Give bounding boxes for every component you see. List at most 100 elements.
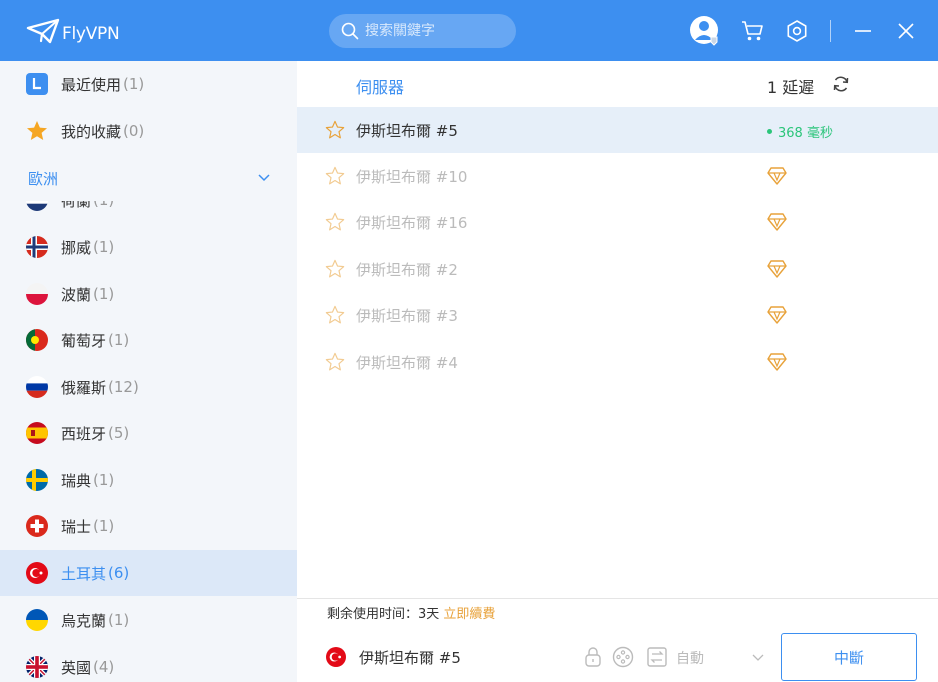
premium-diamond-icon [767,260,787,278]
country-list[interactable]: 荷蘭 (1) 挪威 (1) 波蘭 (1) 葡萄 [0,201,297,682]
russia-flag-icon [26,376,48,398]
sidebar-item-ukraine[interactable]: 烏克蘭 (1) [0,597,297,643]
renew-link[interactable]: 立即續費 [443,607,495,622]
sidebar-item-sweden[interactable]: 瑞典 (1) [0,457,297,503]
protocol-mode[interactable]: 自動 [676,648,704,668]
sidebar-item-label: 荷蘭 [61,201,91,211]
lock-icon[interactable] [584,646,602,668]
ukraine-flag-icon [26,609,48,631]
favorite-star-icon[interactable] [325,212,345,232]
chevron-down-icon[interactable] [752,652,764,662]
server-row[interactable]: 伊斯坦布爾 #3 [297,292,938,338]
sidebar-item-label: 最近使用 [61,75,122,94]
sidebar-item-count: (6) [108,564,130,582]
sidebar-item-count: (1) [123,75,145,93]
star-icon [27,121,47,140]
premium-diamond-icon [767,306,787,324]
sidebar-item-label: 西班牙 [61,424,107,443]
premium-diamond-icon [767,353,787,371]
protocol-switch-icon[interactable] [647,646,667,668]
sidebar-item-poland[interactable]: 波蘭 (1) [0,271,297,317]
region-section-europe[interactable]: 歐洲 [0,155,297,201]
column-latency[interactable]: 1 延遲 [767,74,814,98]
sidebar-item-recent[interactable]: 最近使用 (1) [0,61,297,107]
sidebar-item-turkey[interactable]: 土耳其 (6) [0,550,297,596]
favorite-star-icon[interactable] [325,352,345,372]
sidebar-item-label: 葡萄牙 [61,331,107,350]
sidebar-item-count: (1) [108,611,130,629]
premium-diamond-icon [767,213,787,231]
paper-plane-icon [26,18,60,44]
sidebar-item-portugal[interactable]: 葡萄牙 (1) [0,317,297,363]
minimize-icon [855,30,871,32]
header-divider [830,20,831,42]
status-dot [767,129,772,134]
disconnect-button[interactable]: 中斷 [781,633,917,681]
favorite-star-icon[interactable] [325,166,345,186]
favorite-star-icon[interactable] [325,305,345,325]
sidebar-item-favorites[interactable]: 我的收藏 (0) [0,108,297,154]
sidebar-item-norway[interactable]: 挪威 (1) [0,224,297,270]
connection-bar: 剩余使用时间：3天 立即續費 伊斯坦布爾 #5 自動 中斷 [297,598,938,682]
search-box[interactable] [329,14,516,48]
latency-text: 368 毫秒 [778,126,833,141]
account-button[interactable] [688,16,722,46]
turkey-flag-icon [26,562,48,584]
sidebar-item-count: (1) [93,238,115,256]
uk-flag-icon [26,656,48,678]
sidebar: 最近使用 (1) 我的收藏 (0) 歐洲 荷蘭 (1) [0,61,297,682]
remaining-time-text: 剩余使用时间：3天 [327,607,440,622]
latency-value: 368 毫秒 [767,122,833,141]
chevron-down-icon [258,174,270,182]
sidebar-item-label: 土耳其 [61,564,107,583]
search-input[interactable] [365,23,505,39]
server-name: 伊斯坦布爾 #5 [356,122,458,140]
server-name: 伊斯坦布爾 #4 [356,354,458,372]
column-server[interactable]: 伺服器 [356,74,404,98]
logo: FlyVPN [26,18,120,44]
server-row[interactable]: 伊斯坦布爾 #4 [297,339,938,385]
netherlands-flag-icon [26,201,48,211]
server-row[interactable]: 伊斯坦布爾 #2 [297,246,938,292]
spain-flag-icon [26,422,48,444]
sidebar-item-spain[interactable]: 西班牙 (5) [0,410,297,456]
sidebar-item-count: (4) [93,658,115,676]
region-label: 歐洲 [28,169,59,188]
sidebar-item-label: 波蘭 [61,285,92,304]
cart-button[interactable] [741,16,765,46]
sidebar-item-label: 俄羅斯 [61,378,107,397]
minimize-button[interactable] [852,16,874,46]
server-row[interactable]: 伊斯坦布爾 #10 [297,153,938,199]
premium-diamond-icon [767,167,787,185]
game-mode-icon[interactable] [612,646,634,668]
sidebar-item-switzerland[interactable]: 瑞士 (1) [0,503,297,549]
server-name: 伊斯坦布爾 #2 [356,261,458,279]
server-row[interactable]: 伊斯坦布爾 #5 368 毫秒 [297,107,938,153]
sidebar-item-count: (1) [93,471,115,489]
search-icon [341,22,359,40]
turkey-flag-icon [326,647,346,667]
server-row[interactable]: 伊斯坦布爾 #16 [297,199,938,245]
norway-flag-icon [26,236,48,258]
sidebar-item-russia[interactable]: 俄羅斯 (12) [0,364,297,410]
refresh-icon[interactable] [832,75,850,93]
sidebar-item-netherlands[interactable]: 荷蘭 (1) [0,201,297,223]
favorite-star-icon[interactable] [325,259,345,279]
sidebar-item-uk[interactable]: 英國 (4) [0,644,297,682]
server-panel: 伺服器 1 延遲 伊斯坦布爾 #5 368 毫秒 伊斯坦布爾 #10 伊斯坦布爾… [297,61,938,598]
sidebar-item-count: (0) [123,122,145,140]
sidebar-item-count: (1) [93,285,115,303]
close-button[interactable] [895,16,917,46]
sidebar-item-count: (5) [108,424,130,442]
sidebar-item-label: 瑞典 [61,471,92,490]
settings-button[interactable] [786,16,808,46]
server-name: 伊斯坦布爾 #16 [356,214,468,232]
user-avatar-icon [690,16,718,46]
server-name: 伊斯坦布爾 #3 [356,307,458,325]
sidebar-item-count: (1) [108,331,130,349]
sidebar-item-label: 挪威 [61,238,92,257]
favorite-star-icon[interactable] [325,120,345,140]
app-window: FlyVPN 搜索關鍵字 最近使用 (1) 我的收藏 (0) 歐洲 挪威 (1)… [0,0,938,682]
cart-icon [742,21,763,41]
server-list-header: 伺服器 1 延遲 [297,61,938,107]
